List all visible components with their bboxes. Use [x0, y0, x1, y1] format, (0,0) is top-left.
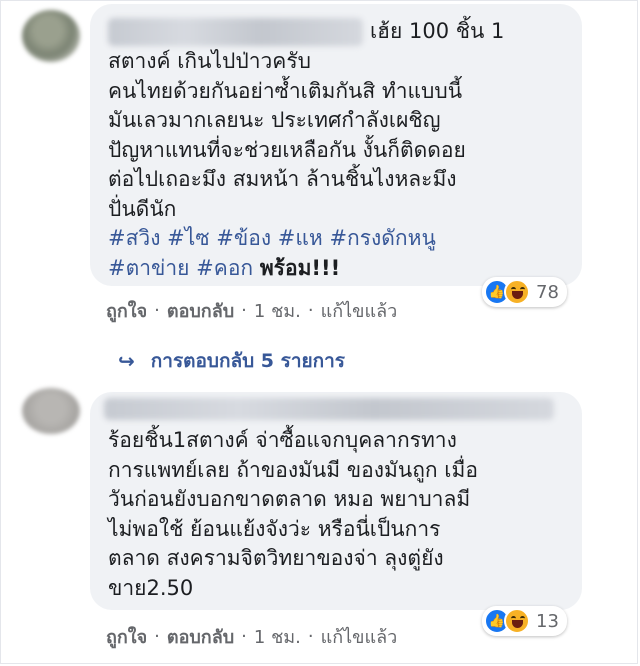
reaction-count: 78 — [536, 281, 559, 303]
avatar[interactable] — [22, 388, 80, 434]
separator: · — [241, 300, 247, 321]
comment-line: คนไทยด้วยกันอย่าซ้ำเติมกันสิ ทำแบบนี้ — [108, 78, 463, 103]
separator: · — [307, 300, 314, 321]
hashtag-link[interactable]: #คอก — [196, 256, 253, 280]
timestamp-link[interactable]: 1 ชม. — [254, 622, 301, 651]
reply-link[interactable]: ตอบกลับ — [167, 296, 234, 325]
blurred-author-name[interactable] — [104, 398, 554, 420]
comment-text-tail: พร้อม!!! — [259, 255, 341, 280]
reaction-summary[interactable]: 👍 78 — [482, 277, 567, 307]
hashtag-link[interactable]: #กรงดักหนู — [329, 226, 435, 250]
timestamp-link[interactable]: 1 ชม. — [254, 296, 301, 325]
like-link[interactable]: ถูกใจ — [106, 296, 147, 325]
blurred-author-name[interactable] — [108, 18, 363, 46]
reply-arrow-icon: ↪ — [118, 349, 135, 373]
comment-bubble: เฮ้ย 100 ชิ้น 1 สตางค์ เกินไปป่าวครับ คน… — [90, 4, 582, 286]
avatar[interactable] — [22, 10, 80, 62]
view-replies-link[interactable]: ↪ การตอบกลับ 5 รายการ — [118, 346, 345, 376]
hashtag-link[interactable]: #ไซ — [167, 226, 209, 250]
separator: · — [241, 626, 247, 647]
hashtag-line: #ตาข่าย #คอก พร้อม!!! — [108, 254, 466, 284]
separator: · — [154, 300, 160, 321]
reply-link[interactable]: ตอบกลับ — [167, 622, 234, 651]
reaction-summary[interactable]: 👍 13 — [482, 606, 567, 636]
haha-icon — [504, 608, 530, 634]
hashtag-line: #สวิง #ไซ #ข้อง #แห #กรงดักหนู — [108, 224, 466, 254]
comment-line: ปั่นดีนัก — [108, 196, 177, 221]
comment-actions: ถูกใจ · ตอบกลับ · 1 ชม. · แก้ไขแล้ว — [106, 296, 397, 325]
hashtag-link[interactable]: #ตาข่าย — [108, 256, 189, 280]
reaction-count: 13 — [536, 610, 559, 632]
edited-label[interactable]: แก้ไขแล้ว — [321, 296, 398, 325]
hashtag-link[interactable]: #ข้อง — [216, 226, 271, 250]
comment-line: มันเลวมากเลยนะ ประเทศกำลังเผชิญ — [108, 108, 441, 132]
comment-line: วันก่อนยังบอกขาดตลาด หมอ พยาบาลมี — [108, 487, 471, 511]
comment-text: สตางค์ เกินไปป่าวครับ คนไทยด้วยกันอย่าซ้… — [108, 47, 466, 283]
comment-text: ร้อยชิ้น1สตางค์ จ่าซื้อแจกบุคลากรทาง การ… — [108, 426, 478, 603]
edited-label[interactable]: แก้ไขแล้ว — [321, 622, 398, 651]
comment-actions: ถูกใจ · ตอบกลับ · 1 ชม. · แก้ไขแล้ว — [106, 622, 397, 651]
replies-label: การตอบกลับ 5 รายการ — [150, 350, 345, 372]
separator: · — [154, 626, 160, 647]
hashtag-link[interactable]: #แห — [278, 226, 323, 250]
comment-line: ต่อไปเถอะมึง สมหน้า ล้านชิ้นไงหละมึง — [108, 167, 457, 191]
comment-line: สตางค์ เกินไปป่าวครับ — [108, 49, 311, 73]
comment-line: ขาย2.50 — [108, 575, 194, 600]
comment-line: ร้อยชิ้น1สตางค์ จ่าซื้อแจกบุคลากรทาง — [108, 428, 457, 452]
comment-line: ไม่พอใช้ ย้อนแย้งจังว่ะ หรือนี่เป็นการ — [108, 516, 441, 541]
comment-line: ปัญหาแทนที่จะช่วยเหลือกัน งั้นก็ติดดอย — [108, 137, 466, 162]
separator: · — [307, 626, 314, 647]
hashtag-link[interactable]: #สวิง — [108, 226, 160, 250]
like-link[interactable]: ถูกใจ — [106, 622, 147, 651]
comment-text-first-line: เฮ้ย 100 ชิ้น 1 — [370, 19, 505, 43]
comment-line: การแพทย์เลย ถ้าของมันมี ของมันถูก เมื่อ — [108, 457, 478, 482]
haha-icon — [504, 279, 530, 305]
comment-bubble: ร้อยชิ้น1สตางค์ จ่าซื้อแจกบุคลากรทาง การ… — [90, 392, 582, 610]
comment-line: ตลาด สงครามจิตวิทยาของจ่า ลุงตู่ยัง — [108, 546, 444, 570]
